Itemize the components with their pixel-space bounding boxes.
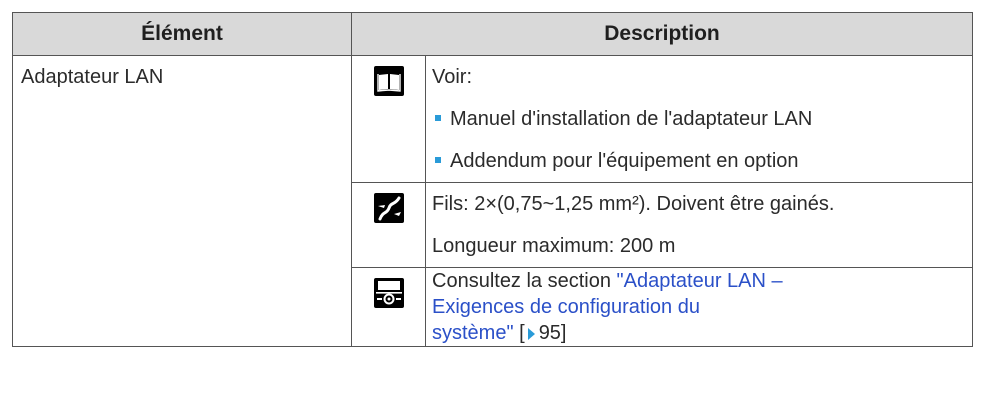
table-row: Adaptateur LAN Voir: Manuel d'installati… <box>12 55 973 347</box>
bullet-icon <box>435 115 441 122</box>
book-icon-cell <box>351 55 426 183</box>
config-link-part1[interactable]: "Adaptateur LAN – <box>617 270 783 292</box>
wire-cable-icon <box>373 193 404 223</box>
manual-book-icon <box>373 66 404 96</box>
list-item: Addendum pour l'équipement en option <box>432 140 966 182</box>
book-description: Voir: Manuel d'installation de l'adaptat… <box>425 55 973 183</box>
page-reference[interactable]: 95] <box>539 322 567 344</box>
header-description: Description <box>351 12 973 56</box>
wire-icon-cell <box>351 182 426 268</box>
element-cell: Adaptateur LAN <box>12 55 352 347</box>
page-ref-bracket: [ <box>519 322 525 344</box>
list-item-text: Addendum pour l'équipement en option <box>450 150 799 172</box>
user-interface-settings-icon <box>373 278 404 308</box>
wiring-spec: Fils: 2×(0,75~1,25 mm²). Doivent être ga… <box>432 193 835 215</box>
header-row: Élément Description <box>12 12 973 56</box>
config-description: Consultez la section "Adaptateur LAN – E… <box>425 267 973 347</box>
config-link-part3[interactable]: système" <box>432 322 514 344</box>
list-item-text: Manuel d'installation de l'adaptateur LA… <box>450 108 813 130</box>
page-arrow-icon <box>527 328 535 340</box>
config-link-part2[interactable]: Exigences de configuration du <box>432 296 700 318</box>
header-element: Élément <box>12 12 352 56</box>
see-intro: Voir: <box>432 66 473 88</box>
ui-icon-cell <box>351 267 426 347</box>
list-item: Manuel d'installation de l'adaptateur LA… <box>432 98 966 140</box>
config-prefix: Consultez la section <box>432 270 617 292</box>
wiring-description: Fils: 2×(0,75~1,25 mm²). Doivent être ga… <box>425 182 973 268</box>
spec-table: Élément Description Adaptateur LAN Voir:… <box>12 12 973 347</box>
wiring-length: Longueur maximum: 200 m <box>432 235 676 257</box>
bullet-icon <box>435 157 441 164</box>
